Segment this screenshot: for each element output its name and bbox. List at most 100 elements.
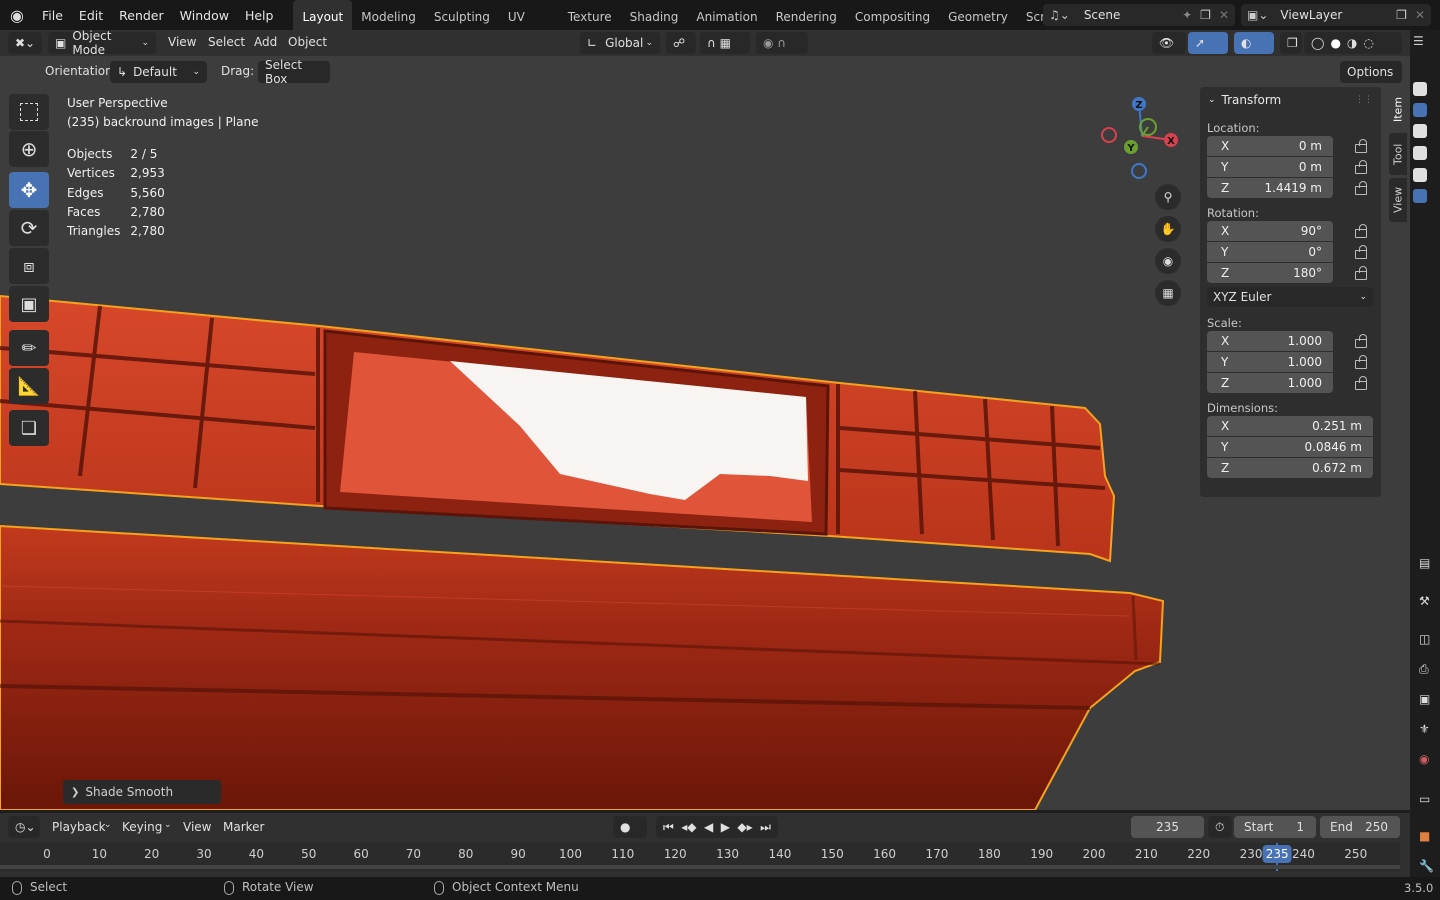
lock-icon[interactable] [1353,355,1367,369]
tab-animation[interactable]: Animation [687,0,766,30]
view-layer-selector[interactable]: ▣⌄ ViewLayer ❐ ✕ [1241,4,1431,26]
blender-logo-icon[interactable]: ◉ [0,6,34,25]
tab-layout[interactable]: Layout [293,0,353,30]
shading-mode-buttons[interactable]: ◯ ● ◑ ◌ [1304,32,1402,54]
tab-texture-paint[interactable]: Texture Paint [559,0,621,30]
location-z-field[interactable]: Z 1.4419 m [1207,177,1333,198]
visibility-selectability-button[interactable]: 👁 [1152,32,1186,54]
perspective-grid-icon[interactable]: ▦ [1155,280,1181,306]
scale-y-field[interactable]: Y 1.000 [1207,351,1333,372]
menu-help[interactable]: Help [237,8,282,23]
proportional-edit-button[interactable]: ◉ ∩ [756,32,808,54]
jump-start-icon[interactable]: ⏮ [663,820,674,835]
material-shading-icon[interactable]: ◑ [1347,36,1357,50]
dimensions-z-field[interactable]: Z 0.672 m [1207,457,1373,478]
add-cube-tool[interactable]: ❏ [9,410,49,446]
scale-tool[interactable]: ⧈ [9,248,49,284]
dimensions-y-field[interactable]: Y 0.0846 m [1207,436,1373,457]
menu-view[interactable]: View [168,35,196,49]
tab-tool[interactable]: Tool [1389,133,1407,175]
menu-select[interactable]: Select [208,35,245,49]
lock-icon[interactable] [1353,224,1367,238]
editor-type-icon[interactable]: ☰ [1413,34,1424,48]
delete-view-layer-icon[interactable]: ✕ [1415,8,1425,22]
menu-render[interactable]: Render [111,8,172,23]
camera-restrict-icon[interactable] [1413,103,1427,117]
xray-toggle[interactable]: ❐ [1280,32,1302,54]
end-frame-field[interactable]: End 250 [1320,816,1400,838]
move-tool[interactable]: ✥ [9,172,49,208]
rotation-z-field[interactable]: Z 180° [1207,262,1333,283]
options-dropdown[interactable]: Options [1340,61,1402,83]
pivot-point-button[interactable]: ☍ [666,32,696,54]
wireframe-shading-icon[interactable]: ◯ [1311,36,1324,50]
tab-view[interactable]: View [1389,178,1407,222]
transform-orientation-dropdown[interactable]: ∟ Global ⌄ [580,32,660,54]
location-x-field[interactable]: X 0 m [1207,135,1333,156]
tool-properties-icon[interactable]: ⚒ [1419,594,1430,608]
tab-modeling[interactable]: Modeling [352,0,425,30]
rendered-shading-icon[interactable]: ◌ [1363,36,1373,50]
camera-restrict-icon[interactable] [1413,82,1427,96]
tab-item[interactable]: Item [1389,88,1407,130]
timeline-scrollbar[interactable] [0,865,1400,869]
orientation-dropdown[interactable]: ↳ Default ⌄ [110,61,207,83]
menu-edit[interactable]: Edit [71,8,111,23]
playhead-frame-badge[interactable]: 235 [1262,845,1292,863]
rotation-x-field[interactable]: X 90° [1207,220,1333,241]
scale-z-field[interactable]: Z 1.000 [1207,372,1333,393]
pin-icon[interactable]: ✦ [1182,8,1192,22]
rotation-mode-dropdown[interactable]: XYZ Euler ⌄ [1207,287,1373,307]
last-operator-panel[interactable]: ❯ Shade Smooth [63,780,221,804]
menu-marker[interactable]: Marker [223,820,264,834]
lock-icon[interactable] [1353,334,1367,348]
transform-tool[interactable]: ▣ [9,286,49,322]
menu-add[interactable]: Add [254,35,277,49]
navigation-gizmo[interactable]: Z X Y [1097,94,1187,184]
current-frame-field[interactable]: 235 [1131,816,1204,838]
menu-keying[interactable]: Keying [122,820,162,834]
cursor-tool[interactable]: ⊕ [9,131,49,167]
menu-playback[interactable]: Playback [52,820,106,834]
world-properties-icon[interactable]: ◉ [1419,752,1429,766]
tab-sculpting[interactable]: Sculpting [425,0,499,30]
lock-icon[interactable] [1353,160,1367,174]
transform-panel-header[interactable]: ⌄ Transform ⋮⋮ [1200,87,1381,113]
next-keyframe-icon[interactable]: ◆▸ [737,820,752,834]
object-properties-icon[interactable]: ■ [1419,829,1430,843]
prev-keyframe-icon[interactable]: ◂◆ [681,820,696,834]
snap-button[interactable]: ∩ ▦ [700,32,750,54]
camera-restrict-icon[interactable] [1413,168,1427,182]
camera-restrict-icon[interactable] [1413,124,1427,138]
start-frame-field[interactable]: Start 1 [1234,816,1316,838]
modifier-wrench-icon[interactable]: 🔧 [1419,859,1434,873]
view-layer-properties-icon[interactable]: ▣ [1419,692,1430,706]
solid-shading-icon[interactable]: ● [1330,36,1340,50]
location-y-field[interactable]: Y 0 m [1207,156,1333,177]
tab-uv-editing[interactable]: UV Editing [499,0,559,30]
overlay-toggle[interactable]: ◐ [1234,32,1274,54]
annotate-tool[interactable]: ✏ [9,330,49,366]
tab-compositing[interactable]: Compositing [846,0,939,30]
play-reverse-icon[interactable]: ◀ [704,820,713,834]
zoom-icon[interactable]: ⚲ [1155,184,1181,210]
drag-handle-icon[interactable]: ⋮⋮ [1355,95,1373,105]
lock-icon[interactable] [1353,376,1367,390]
auto-keying-button[interactable]: ● [613,816,647,838]
new-scene-icon[interactable]: ❐ [1200,8,1211,22]
collection-properties-icon[interactable]: ▭ [1419,792,1430,806]
properties-editor-icon[interactable]: ▤ [1419,556,1430,570]
menu-window[interactable]: Window [172,8,237,23]
tab-geometry-nodes[interactable]: Geometry Nodes [939,0,1017,30]
drag-dropdown[interactable]: Select Box [258,58,330,86]
menu-object[interactable]: Object [288,35,327,49]
menu-view[interactable]: View [183,820,211,834]
camera-restrict-icon[interactable] [1413,146,1427,160]
select-box-tool[interactable] [9,94,49,130]
editor-type-button[interactable]: ✖⌄ [8,32,42,54]
render-properties-icon[interactable]: ◫ [1419,632,1430,646]
tab-rendering[interactable]: Rendering [767,0,846,30]
lock-icon[interactable] [1353,266,1367,280]
output-properties-icon[interactable]: ⎙ [1419,662,1429,677]
pan-hand-icon[interactable]: ✋ [1155,216,1181,242]
